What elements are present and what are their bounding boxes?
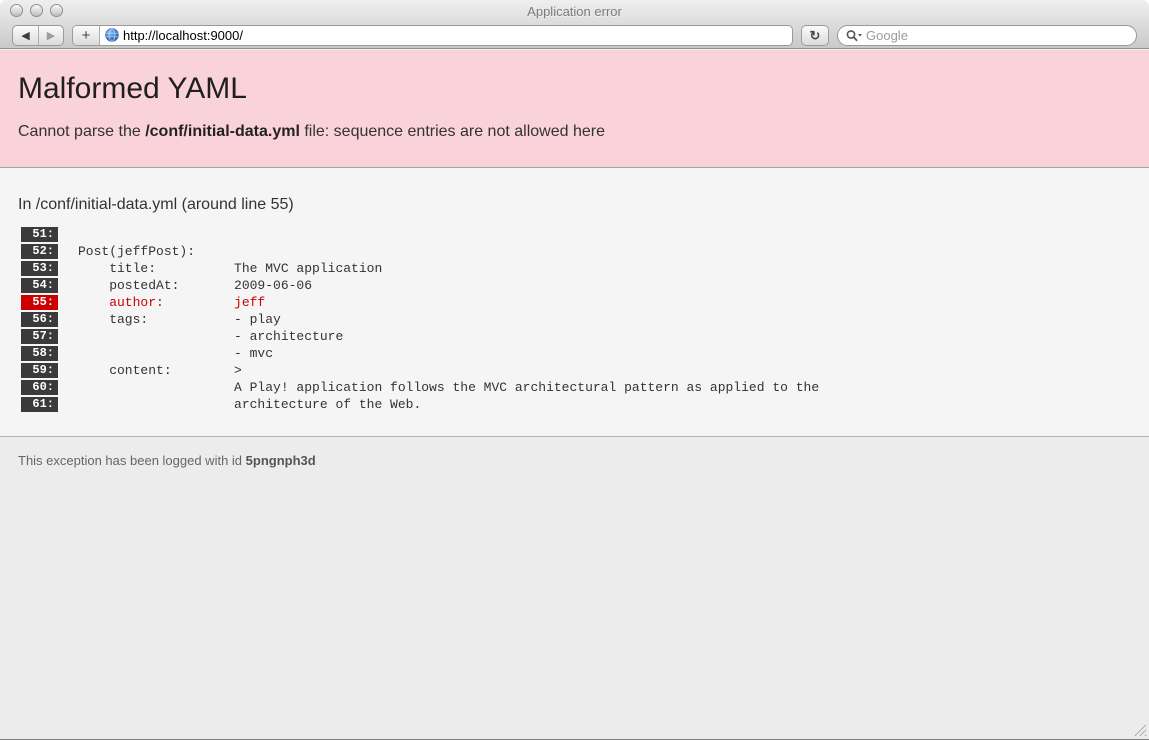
browser-toolbar: ◀ ▶ + ↻ — [0, 22, 1149, 48]
error-message-prefix: Cannot parse the — [18, 123, 145, 140]
line-code: architecture of the Web. — [78, 397, 421, 412]
line-number: 51: — [21, 227, 58, 242]
search-field[interactable] — [837, 25, 1137, 46]
code-listing: 51: 52: Post(jeffPost): 53: title: The M… — [18, 227, 1131, 412]
search-icon — [846, 29, 863, 42]
code-line: 58: - mvc — [21, 346, 1131, 361]
code-line: 55: author: jeff — [21, 295, 1131, 310]
history-nav: ◀ ▶ — [12, 25, 64, 46]
url-input[interactable] — [123, 26, 792, 45]
line-number: 53: — [21, 261, 58, 276]
line-number: 61: — [21, 397, 58, 412]
error-detail-section: In /conf/initial-data.yml (around line 5… — [0, 168, 1149, 437]
error-location-heading: In /conf/initial-data.yml (around line 5… — [18, 196, 1131, 214]
line-code: Post(jeffPost): — [78, 244, 195, 259]
line-number: 58: — [21, 346, 58, 361]
error-file-path: /conf/initial-data.yml — [145, 123, 300, 140]
code-line: 60: A Play! application follows the MVC … — [21, 380, 1131, 395]
reload-button[interactable]: ↻ — [801, 25, 829, 46]
line-code: content: > — [78, 363, 242, 378]
line-number: 59: — [21, 363, 58, 378]
code-line: 57: - architecture — [21, 329, 1131, 344]
title-bar[interactable]: Application error — [0, 0, 1149, 22]
forward-button[interactable]: ▶ — [38, 26, 63, 45]
footer: This exception has been logged with id 5… — [0, 437, 1149, 739]
line-code: title: The MVC application — [78, 261, 382, 276]
code-line: 59: content: > — [21, 363, 1131, 378]
log-id: 5pngnph3d — [246, 453, 316, 468]
line-code: postedAt: 2009-06-06 — [78, 278, 312, 293]
line-code: - mvc — [78, 346, 273, 361]
line-number: 54: — [21, 278, 58, 293]
browser-chrome: Application error ◀ ▶ + — [0, 0, 1149, 49]
site-favicon-globe-icon — [105, 28, 119, 42]
browser-window: Application error ◀ ▶ + — [0, 0, 1149, 740]
code-line: 56: tags: - play — [21, 312, 1131, 327]
search-input[interactable] — [866, 28, 1128, 43]
code-line: 54: postedAt: 2009-06-06 — [21, 278, 1131, 293]
line-number: 55: — [21, 295, 58, 310]
line-number: 56: — [21, 312, 58, 327]
code-line: 61: architecture of the Web. — [21, 397, 1131, 412]
add-bookmark-button[interactable]: + — [73, 26, 100, 45]
exception-log-note: This exception has been logged with id 5… — [18, 453, 1131, 468]
log-note-prefix: This exception has been logged with id — [18, 453, 246, 468]
error-message: Cannot parse the /conf/initial-data.yml … — [18, 122, 1131, 141]
zoom-button[interactable] — [50, 4, 63, 17]
address-bar: + — [72, 25, 793, 46]
line-code: tags: - play — [78, 312, 281, 327]
reload-icon: ↻ — [810, 28, 821, 43]
error-message-suffix: file: sequence entries are not allowed h… — [300, 123, 605, 140]
code-line: 53: title: The MVC application — [21, 261, 1131, 276]
line-number: 52: — [21, 244, 58, 259]
back-button[interactable]: ◀ — [13, 26, 38, 45]
minimize-button[interactable] — [30, 4, 43, 17]
forward-icon: ▶ — [47, 29, 55, 42]
line-number: 57: — [21, 329, 58, 344]
line-number: 60: — [21, 380, 58, 395]
close-button[interactable] — [10, 4, 23, 17]
window-title: Application error — [527, 4, 622, 19]
line-code: A Play! application follows the MVC arch… — [78, 380, 819, 395]
back-icon: ◀ — [21, 29, 29, 42]
line-code: author: jeff — [78, 295, 265, 310]
page-title: Malformed YAML — [18, 74, 1131, 104]
error-header: Malformed YAML Cannot parse the /conf/in… — [0, 49, 1149, 168]
traffic-lights — [10, 4, 63, 17]
line-code: - architecture — [78, 329, 343, 344]
resize-grip-icon[interactable] — [1132, 722, 1147, 737]
code-line: 52: Post(jeffPost): — [21, 244, 1131, 259]
code-line: 51: — [21, 227, 1131, 242]
